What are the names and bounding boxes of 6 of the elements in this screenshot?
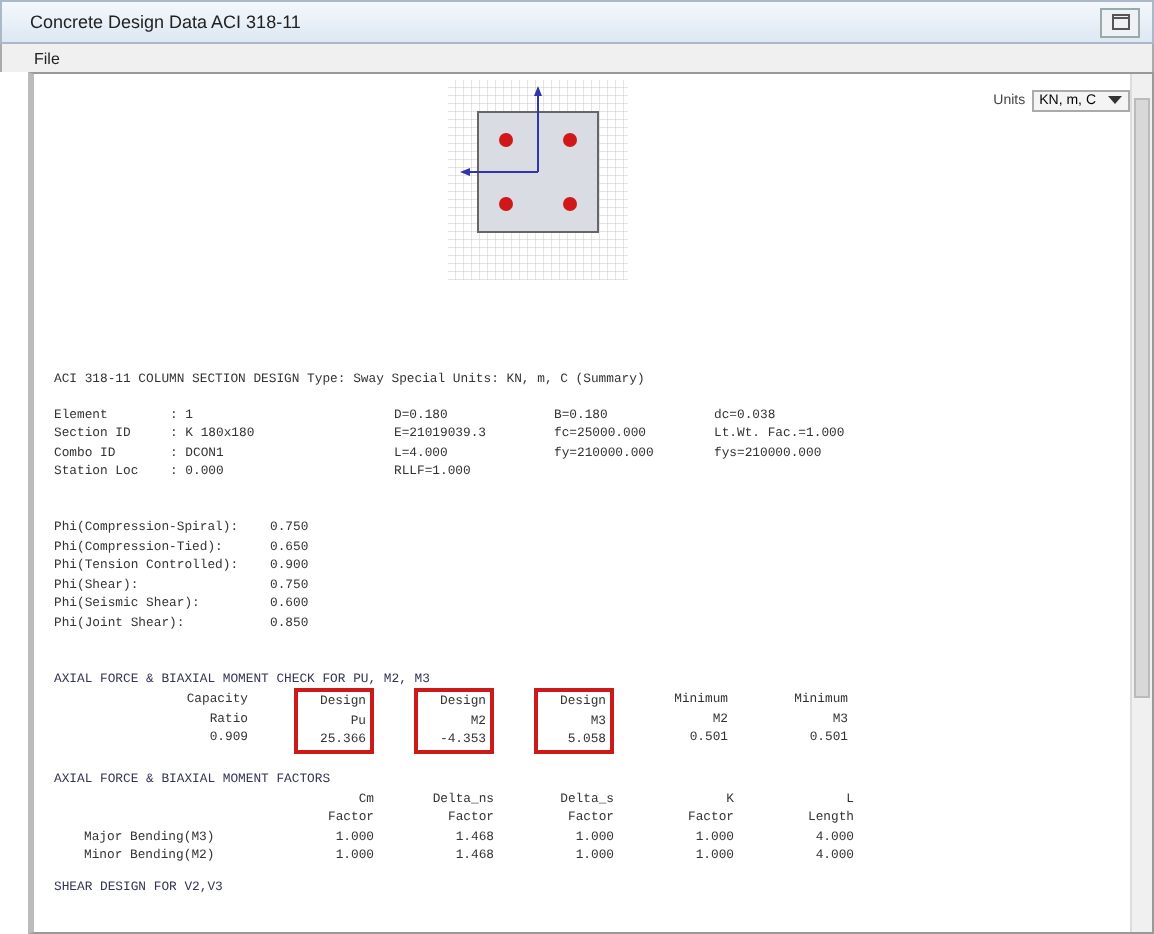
maximize-button[interactable] bbox=[1100, 7, 1140, 37]
menu-item[interactable]: File bbox=[26, 49, 68, 67]
caret-icon bbox=[1108, 96, 1122, 106]
window-title: Concrete Design Data ACI 318-11 bbox=[30, 12, 301, 32]
maximize-icon bbox=[1111, 14, 1129, 30]
scrollbar[interactable] bbox=[1130, 74, 1152, 932]
